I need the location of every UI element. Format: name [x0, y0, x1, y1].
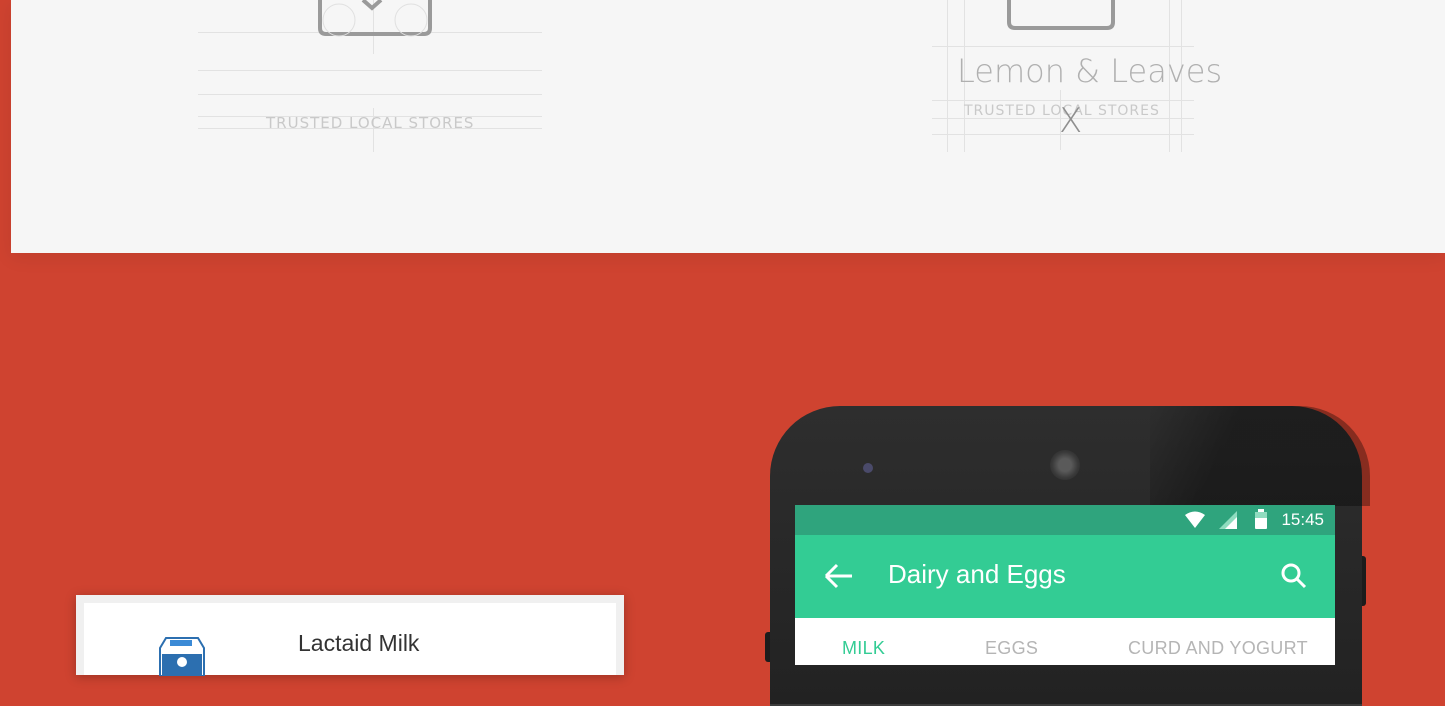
tab-milk[interactable]: MILK — [842, 638, 885, 659]
left-caption: TRUSTED LOCAL STORES — [266, 114, 475, 132]
status-time: 15:45 — [1281, 510, 1324, 529]
app-bar: Dairy and Eggs — [795, 535, 1335, 618]
product-name: Lactaid Milk — [298, 630, 420, 656]
top-panel: TRUSTED LOCAL STORES Lemon & Leaves TRUS… — [11, 0, 1445, 253]
app-title: Dairy and Eggs — [888, 559, 1066, 589]
signal-icon — [1219, 511, 1237, 529]
battery-icon — [1255, 509, 1267, 529]
basket-icon — [318, 0, 432, 37]
phone-screen: 15:45 Dairy and Eggs MILK EGGS CURD AND … — [795, 505, 1335, 665]
status-bar: 15:45 — [795, 505, 1335, 535]
wifi-icon — [1185, 511, 1205, 528]
brand-title: Lemon & Leaves — [957, 52, 1223, 90]
tab-bar: MILK EGGS CURD AND YOGURT — [795, 618, 1335, 665]
tab-curd-and-yogurt[interactable]: CURD AND YOGURT — [1128, 638, 1308, 659]
camera-icon — [863, 463, 873, 473]
basket-icon — [1007, 0, 1115, 30]
product-card[interactable]: Lactaid Milk — [76, 595, 624, 676]
speaker-icon — [1050, 450, 1080, 480]
milk-carton-icon — [159, 637, 205, 676]
search-icon[interactable] — [1281, 563, 1307, 589]
back-arrow-icon[interactable] — [823, 562, 855, 590]
product-card-body: Lactaid Milk — [84, 603, 616, 676]
phone-sheen — [1150, 406, 1370, 506]
close-x[interactable]: X — [1059, 104, 1082, 138]
tab-eggs[interactable]: EGGS — [985, 638, 1038, 659]
